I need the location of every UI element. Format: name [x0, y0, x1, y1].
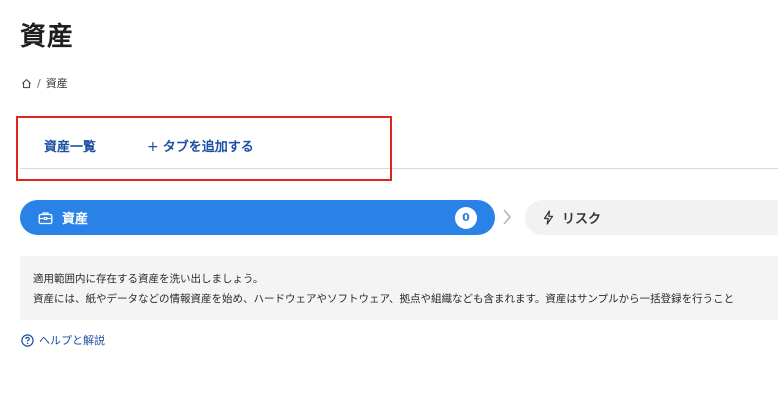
lightning-icon — [543, 210, 554, 225]
breadcrumb-separator: / — [37, 76, 41, 90]
help-link-label: ヘルプと解説 — [39, 334, 105, 347]
question-circle-icon — [21, 333, 34, 347]
info-panel: 適用範囲内に存在する資産を洗い出しましょう。 資産には、紙やデータなどの情報資産… — [20, 256, 778, 320]
help-link[interactable]: ヘルプと解説 — [21, 332, 105, 348]
highlight-annotation-box — [16, 116, 392, 181]
home-icon[interactable] — [21, 78, 32, 89]
step-assets-count-badge: 0 — [455, 206, 477, 229]
breadcrumb-current: 資産 — [45, 77, 68, 90]
step-assets[interactable]: 資産 0 — [20, 200, 495, 235]
chevron-right-icon — [502, 208, 512, 226]
briefcase-icon — [38, 211, 53, 225]
step-assets-label: 資産 — [62, 212, 89, 227]
page-title: 資産 — [20, 22, 75, 52]
info-line-1: 適用範囲内に存在する資産を洗い出しましょう。 — [33, 273, 264, 285]
info-line-2: 資産には、紙やデータなどの情報資産を始め、ハードウェアやソフトウェア、拠点や組織… — [33, 293, 735, 305]
breadcrumb: / 資産 — [21, 75, 68, 91]
step-risk[interactable]: リスク — [525, 200, 778, 235]
step-risk-label: リスク — [562, 212, 602, 227]
